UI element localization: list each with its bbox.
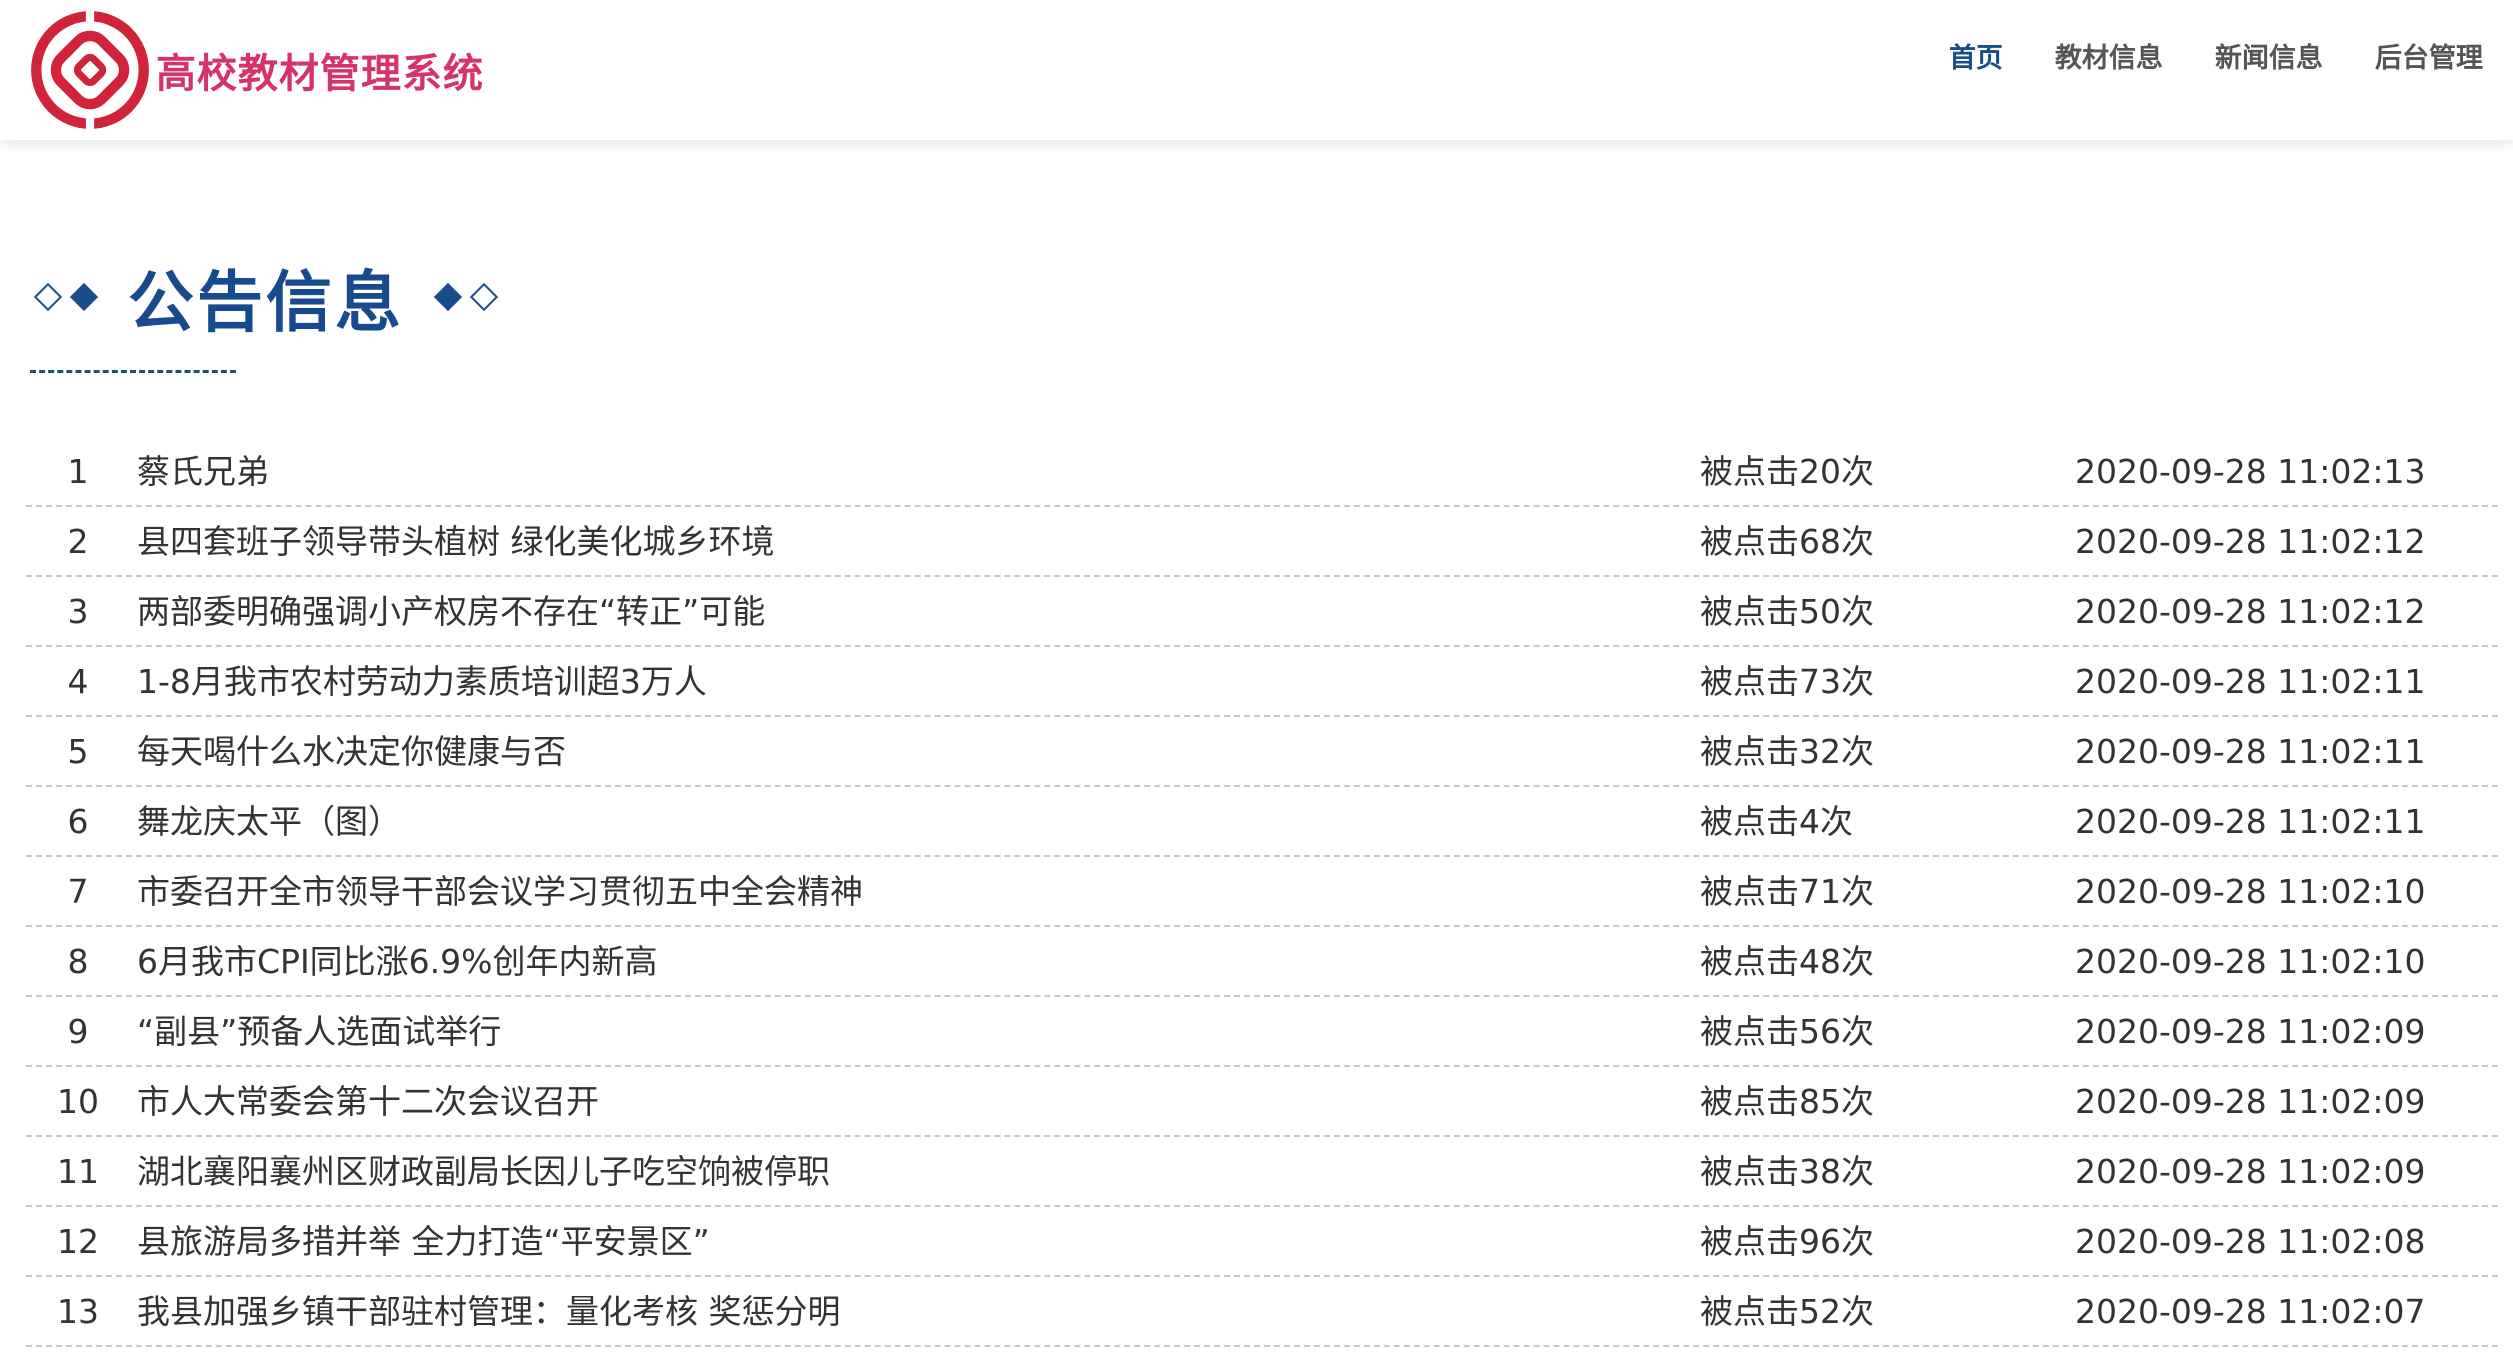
logo-icon <box>31 10 149 130</box>
notice-index: 8 <box>67 942 89 981</box>
list-item[interactable]: 1 蔡氏兄弟 被点击20次 2020-09-28 11:02:13 <box>26 437 2498 507</box>
notice-date: 2020-09-28 11:02:13 <box>2075 452 2426 491</box>
diamond-filled-icon <box>69 282 99 312</box>
notice-index: 6 <box>67 802 89 841</box>
diamond-filled-icon <box>433 282 463 312</box>
list-item[interactable]: 7 市委召开全市领导干部会议学习贯彻五中全会精神 被点击71次 2020-09-28 … <box>26 857 2498 927</box>
site-header: 高校教材管理系统 首页 教材信息 新闻信息 后台管理 <box>0 0 2513 140</box>
brand[interactable]: 高校教材管理系统 <box>28 8 484 132</box>
notice-date: 2020-09-28 11:02:09 <box>2075 1012 2426 1051</box>
notice-date: 2020-09-28 11:02:08 <box>2075 1222 2426 1261</box>
list-item[interactable]: 9 “副县”预备人选面试举行 被点击56次 2020-09-28 11:02:09 <box>26 997 2498 1067</box>
main-nav: 首页 教材信息 新闻信息 后台管理 <box>1897 0 2483 110</box>
notice-click-count: 被点击32次 <box>1700 732 1874 771</box>
list-item[interactable]: 2 县四套班子领导带头植树 绿化美化城乡环境 被点击68次 2020-09-28 11… <box>26 507 2498 577</box>
notice-date: 2020-09-28 11:02:11 <box>2075 732 2426 771</box>
notice-date: 2020-09-28 11:02:11 <box>2075 802 2426 841</box>
section-title: 公告信息 <box>128 264 404 341</box>
notice-index: 1 <box>67 452 89 491</box>
notice-index: 11 <box>57 1152 99 1191</box>
notice-title-link[interactable]: 舞龙庆太平（图） <box>137 787 401 857</box>
notice-index: 13 <box>57 1292 99 1331</box>
notice-click-count: 被点击85次 <box>1700 1082 1874 1121</box>
list-item[interactable]: 11 湖北襄阳襄州区财政副局长因儿子吃空饷被停职 被点击38次 2020-09-28 … <box>26 1137 2498 1207</box>
nav-news[interactable]: 新闻信息 <box>2215 36 2323 75</box>
section-heading: 公告信息 <box>30 252 502 342</box>
notice-date: 2020-09-28 11:02:10 <box>2075 872 2426 911</box>
notice-title-link[interactable]: 我县加强乡镇干部驻村管理：量化考核 奖惩分明 <box>137 1277 841 1347</box>
notice-click-count: 被点击73次 <box>1700 662 1874 701</box>
notice-click-count: 被点击68次 <box>1700 522 1874 561</box>
notice-click-count: 被点击4次 <box>1700 802 1853 841</box>
notice-click-count: 被点击71次 <box>1700 872 1874 911</box>
notice-title-link[interactable]: “副县”预备人选面试举行 <box>137 997 501 1067</box>
notice-date: 2020-09-28 11:02:12 <box>2075 522 2426 561</box>
list-item[interactable]: 3 两部委明确强调小产权房不存在“转正”可能 被点击50次 2020-09-28 11… <box>26 577 2498 647</box>
notice-index: 10 <box>57 1082 99 1121</box>
nav-home[interactable]: 首页 <box>1949 36 2003 75</box>
notice-list: 1 蔡氏兄弟 被点击20次 2020-09-28 11:02:13 2 县四套班子领导带头… <box>26 437 2498 1347</box>
list-item[interactable]: 8 6月我市CPI同比涨6.9%创年内新高 被点击48次 2020-09-28 11:… <box>26 927 2498 997</box>
notice-date: 2020-09-28 11:02:12 <box>2075 592 2426 631</box>
notice-title-link[interactable]: 1-8月我市农村劳动力素质培训超3万人 <box>137 647 707 717</box>
notice-index: 7 <box>67 872 89 911</box>
notice-date: 2020-09-28 11:02:09 <box>2075 1152 2426 1191</box>
notice-title-link[interactable]: 蔡氏兄弟 <box>137 437 269 507</box>
notice-click-count: 被点击96次 <box>1700 1222 1874 1261</box>
notice-index: 12 <box>57 1222 99 1261</box>
title-underline <box>30 370 236 373</box>
notice-index: 2 <box>67 522 89 561</box>
nav-textbooks[interactable]: 教材信息 <box>2055 36 2163 75</box>
list-item[interactable]: 13 我县加强乡镇干部驻村管理：量化考核 奖惩分明 被点击52次 2020-09-28… <box>26 1277 2498 1347</box>
notice-title-link[interactable]: 湖北襄阳襄州区财政副局长因儿子吃空饷被停职 <box>137 1137 830 1207</box>
list-item[interactable]: 12 县旅游局多措并举 全力打造“平安景区” 被点击96次 2020-09-28 11… <box>26 1207 2498 1277</box>
notice-date: 2020-09-28 11:02:11 <box>2075 662 2426 701</box>
notice-click-count: 被点击48次 <box>1700 942 1874 981</box>
notice-index: 9 <box>67 1012 89 1051</box>
nav-admin[interactable]: 后台管理 <box>2375 36 2483 75</box>
notice-date: 2020-09-28 11:02:07 <box>2075 1292 2426 1331</box>
notice-title-link[interactable]: 6月我市CPI同比涨6.9%创年内新高 <box>137 927 658 997</box>
diamond-outline-icon <box>33 282 63 312</box>
notice-click-count: 被点击38次 <box>1700 1152 1874 1191</box>
notice-index: 4 <box>67 662 89 701</box>
notice-date: 2020-09-28 11:02:09 <box>2075 1082 2426 1121</box>
site-title: 高校教材管理系统 <box>156 51 484 97</box>
notice-title-link[interactable]: 两部委明确强调小产权房不存在“转正”可能 <box>137 577 765 647</box>
notice-click-count: 被点击52次 <box>1700 1292 1874 1331</box>
notice-date: 2020-09-28 11:02:10 <box>2075 942 2426 981</box>
list-item[interactable]: 6 舞龙庆太平（图） 被点击4次 2020-09-28 11:02:11 <box>26 787 2498 857</box>
notice-index: 5 <box>67 732 89 771</box>
notice-click-count: 被点击50次 <box>1700 592 1874 631</box>
list-item[interactable]: 4 1-8月我市农村劳动力素质培训超3万人 被点击73次 2020-09-28 11:… <box>26 647 2498 717</box>
notice-title-link[interactable]: 县旅游局多措并举 全力打造“平安景区” <box>137 1207 710 1277</box>
notice-title-link[interactable]: 每天喝什么水决定你健康与否 <box>137 717 566 787</box>
list-item[interactable]: 10 市人大常委会第十二次会议召开 被点击85次 2020-09-28 11:02:0… <box>26 1067 2498 1137</box>
notice-title-link[interactable]: 县四套班子领导带头植树 绿化美化城乡环境 <box>137 507 775 577</box>
notice-title-link[interactable]: 市委召开全市领导干部会议学习贯彻五中全会精神 <box>137 857 863 927</box>
notice-click-count: 被点击20次 <box>1700 452 1874 491</box>
notice-click-count: 被点击56次 <box>1700 1012 1874 1051</box>
diamond-outline-icon <box>469 282 499 312</box>
notice-index: 3 <box>67 592 89 631</box>
list-item[interactable]: 5 每天喝什么水决定你健康与否 被点击32次 2020-09-28 11:02:11 <box>26 717 2498 787</box>
notice-title-link[interactable]: 市人大常委会第十二次会议召开 <box>137 1067 599 1137</box>
